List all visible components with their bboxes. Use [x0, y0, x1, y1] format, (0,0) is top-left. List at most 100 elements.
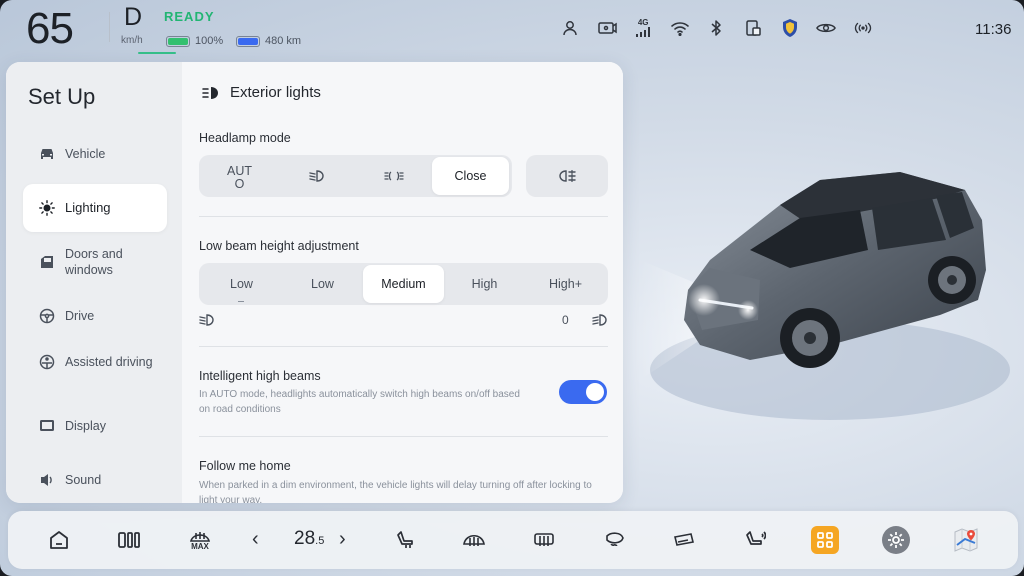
- toggle-knob: [586, 383, 604, 401]
- temperature-decimal: .5: [315, 535, 325, 547]
- seat-ventilation-icon[interactable]: [741, 526, 769, 554]
- car-icon: [39, 146, 55, 162]
- beam-down-icon: [199, 313, 215, 331]
- beam-up-icon: [592, 313, 608, 331]
- status-bar: 65 D km/h READY 100% 480 km 4G 11:36: [0, 0, 1024, 58]
- speed-unit: km/h: [121, 35, 143, 46]
- low-beam-option-label: Low: [311, 277, 334, 291]
- screen: 65 D km/h READY 100% 480 km 4G 11:36 Set…: [0, 0, 1024, 576]
- temperature-value: 28: [294, 528, 316, 549]
- sidebar-item-lighting[interactable]: Lighting: [23, 184, 167, 232]
- speed-readout: 65: [26, 4, 74, 53]
- gear-indicator: D: [124, 3, 143, 31]
- seat-heat-icon[interactable]: [391, 526, 419, 554]
- status-separator: [109, 12, 110, 42]
- assist-icon: [39, 354, 55, 370]
- low-beam-scale-value: 0: [562, 313, 569, 327]
- low-beam-option-label: High+: [548, 277, 582, 291]
- phone-link-icon[interactable]: [743, 18, 763, 38]
- wifi-icon[interactable]: [670, 18, 690, 38]
- vehicle-render: [640, 150, 1020, 450]
- settings-panel: Set Up Vehicle Lighting Doors and window…: [6, 62, 623, 503]
- battery-icon: [166, 36, 190, 47]
- position-lights-icon: [383, 171, 404, 181]
- rear-defrost-icon[interactable]: [530, 526, 558, 554]
- high-beams-description: In AUTO mode, headlights automatically s…: [199, 389, 520, 415]
- low-beam-option-high-plus[interactable]: High+: [525, 265, 606, 303]
- divider: [199, 436, 608, 437]
- sidebar-item-assisted-driving[interactable]: Assisted driving: [23, 338, 167, 386]
- low-beam-option-low[interactable]: Low: [282, 265, 363, 303]
- headlamp-option-low-beam[interactable]: [278, 157, 355, 195]
- headlamp-close-label: Close: [454, 169, 487, 183]
- sidebar-item-sound[interactable]: Sound: [23, 456, 167, 503]
- low-beam-option-medium[interactable]: Medium: [363, 265, 444, 303]
- sidebar-item-label: Display: [65, 419, 106, 433]
- low-beam-icon: [308, 170, 324, 182]
- high-beams-toggle[interactable]: [559, 380, 607, 404]
- bluetooth-icon[interactable]: [706, 18, 726, 38]
- range-icon: [236, 36, 260, 47]
- sidebar-item-label: Doors and windows: [65, 247, 123, 277]
- eye-icon[interactable]: [816, 18, 837, 38]
- bulb-icon: [39, 200, 55, 216]
- sidebar-item-label: Assisted driving: [65, 355, 153, 369]
- defrost-max-button[interactable]: MAX: [186, 526, 214, 554]
- person-icon[interactable]: [560, 18, 580, 38]
- range-readout: 480 km: [265, 35, 302, 47]
- ready-indicator: READY: [164, 9, 215, 24]
- headlamp-option-close[interactable]: Close: [432, 157, 509, 195]
- settings-sidebar: Set Up Vehicle Lighting Doors and window…: [6, 62, 182, 503]
- dashcam-icon[interactable]: [597, 18, 617, 38]
- headlamp-auto-label: AUT O: [227, 164, 252, 191]
- speaker-icon: [39, 472, 55, 488]
- defrost-icon: [189, 532, 211, 542]
- front-defrost-icon[interactable]: [460, 526, 488, 554]
- headlight-icon: [202, 86, 218, 99]
- home-icon[interactable]: [45, 526, 73, 554]
- low-beam-option-label: Low: [230, 277, 253, 291]
- headlamp-mode-label: Headlamp mode: [199, 131, 291, 145]
- divider: [199, 216, 608, 217]
- follow-me-home-description: When parked in a dim environment, the ve…: [199, 480, 592, 503]
- sidebar-item-label: Lighting: [65, 200, 111, 215]
- low-beam-label: Low beam height adjustment: [199, 239, 359, 253]
- low-beam-option-lowest[interactable]: Low: [201, 265, 282, 303]
- low-beam-option-label: High: [471, 277, 498, 291]
- signal-4g-icon: 4G: [633, 18, 653, 38]
- steering-heat-icon[interactable]: [670, 526, 698, 554]
- section-title-label: Exterior lights: [230, 84, 321, 101]
- sidebar-item-doors-and-windows[interactable]: Doors and windows: [23, 238, 167, 286]
- follow-me-home-label: Follow me home: [199, 459, 291, 473]
- headlamp-option-position-lights[interactable]: [355, 157, 432, 195]
- gear-underline: [138, 52, 176, 54]
- apps-icon[interactable]: [811, 526, 839, 554]
- steering-icon: [39, 308, 55, 324]
- sidebar-item-drive[interactable]: Drive: [23, 292, 167, 340]
- door-icon: [39, 254, 55, 270]
- sidebar-item-label: Vehicle: [65, 147, 106, 161]
- sidebar-title: Set Up: [28, 84, 96, 109]
- low-beam-option-high[interactable]: High: [444, 265, 525, 303]
- sidebar-item-vehicle[interactable]: Vehicle: [23, 130, 167, 178]
- shield-icon[interactable]: [780, 18, 800, 38]
- status-icons: 4G: [560, 18, 889, 38]
- settings-gear-icon[interactable]: [882, 526, 910, 554]
- mirror-heat-icon[interactable]: [601, 526, 629, 554]
- network-label: 4G: [637, 18, 649, 27]
- temperature-readout: 28.5: [294, 528, 324, 550]
- bottom-dock: MAX ‹ 28.5 ›: [8, 511, 1018, 569]
- fog-light-button[interactable]: [526, 155, 608, 197]
- low-beam-option-label: Medium: [381, 277, 426, 291]
- map-icon[interactable]: [952, 526, 980, 554]
- sidebar-item-display[interactable]: Display: [23, 402, 167, 450]
- headlamp-mode-selector: AUT O Close: [199, 155, 512, 197]
- wireless-icon[interactable]: [853, 18, 873, 38]
- clock: 11:36: [975, 21, 1012, 38]
- display-icon: [39, 418, 55, 434]
- multitask-icon[interactable]: [115, 526, 143, 554]
- temp-decrease-button[interactable]: ‹: [252, 528, 259, 551]
- divider: [199, 346, 608, 347]
- temp-increase-button[interactable]: ›: [339, 528, 346, 551]
- headlamp-option-auto[interactable]: AUT O: [201, 157, 278, 195]
